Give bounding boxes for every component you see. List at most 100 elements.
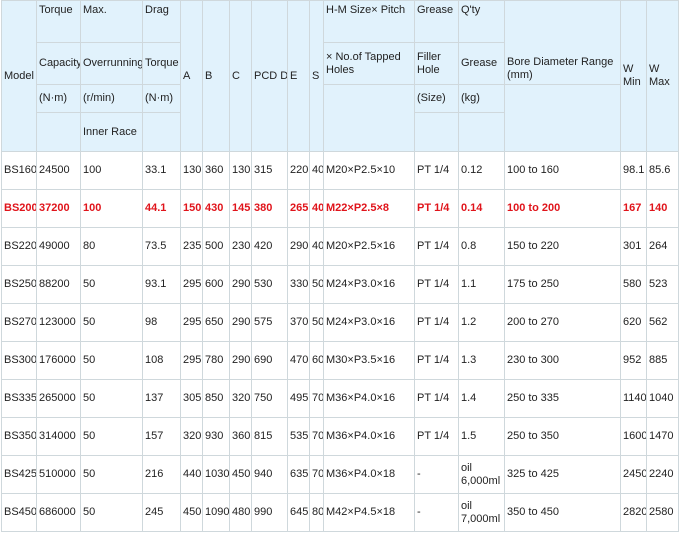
header-hm-line1: H-M Size× Pitch bbox=[323, 0, 415, 43]
cell-max: 100 bbox=[80, 189, 143, 228]
cell-e: 535 bbox=[287, 417, 310, 456]
header-hm-line2: × No.of Tapped Holes bbox=[323, 42, 415, 85]
cell-a: 150 bbox=[180, 189, 203, 228]
cell-drag: 98 bbox=[142, 303, 181, 342]
cell-c: 230 bbox=[229, 227, 252, 266]
cell-max: 50 bbox=[80, 455, 143, 494]
cell-torque: 265000 bbox=[36, 379, 81, 418]
cell-qty: 1.1 bbox=[458, 265, 505, 304]
cell-max: 50 bbox=[80, 341, 143, 380]
cell-pcd: 315 bbox=[251, 151, 288, 190]
cell-pcd: 990 bbox=[251, 493, 288, 532]
cell-model: BS335 bbox=[1, 379, 37, 418]
cell-drag: 216 bbox=[142, 455, 181, 494]
cell-torque: 24500 bbox=[36, 151, 81, 190]
spec-table-container: Model Torque Max. Drag A B C PCD D E S H… bbox=[0, 0, 680, 539]
cell-e: 370 bbox=[287, 303, 310, 342]
cell-b: 930 bbox=[202, 417, 230, 456]
cell-wmin: 167 bbox=[620, 189, 647, 228]
cell-torque: 176000 bbox=[36, 341, 81, 380]
cell-filler: PT 1/4 bbox=[414, 303, 459, 342]
table-row: BS300 176000 50 108 295 780 290 690 470 60 M30×P3.… bbox=[1, 341, 679, 380]
cell-a: 320 bbox=[180, 417, 203, 456]
header-wmax: W Max bbox=[646, 0, 679, 152]
table-row: BS200 37200 100 44.1 150 430 145 380 265 40 M22×P2… bbox=[1, 189, 679, 228]
header-qty-line2: Grease bbox=[458, 42, 505, 85]
cell-drag: 108 bbox=[142, 341, 181, 380]
header-max-line1: Max. bbox=[80, 0, 143, 43]
cell-drag: 245 bbox=[142, 493, 181, 532]
cell-max: 50 bbox=[80, 417, 143, 456]
cell-hm: M24×P3.0×16 bbox=[323, 303, 415, 342]
cell-wmin: 580 bbox=[620, 265, 647, 304]
cell-bore: 200 to 270 bbox=[504, 303, 621, 342]
header-max-line4: Inner Race bbox=[80, 112, 143, 152]
cell-torque: 49000 bbox=[36, 227, 81, 266]
cell-a: 295 bbox=[180, 303, 203, 342]
cell-bore: 325 to 425 bbox=[504, 455, 621, 494]
cell-wmax: 562 bbox=[646, 303, 679, 342]
cell-s: 50 bbox=[309, 265, 324, 304]
cell-wmin: 1140 bbox=[620, 379, 647, 418]
cell-qty: 0.14 bbox=[458, 189, 505, 228]
header-bore-line2: (mm) bbox=[507, 69, 533, 81]
header-torque-blank bbox=[36, 112, 81, 152]
header-b: B bbox=[202, 0, 230, 152]
header-grease-line1: Grease bbox=[414, 0, 459, 43]
header-row-3: (N·m) (r/min) (N·m) (Size) (kg) bbox=[2, 84, 679, 152]
cell-bore: 230 to 300 bbox=[504, 341, 621, 380]
cell-drag: 93.1 bbox=[142, 265, 181, 304]
header-c: C bbox=[229, 0, 252, 152]
cell-b: 500 bbox=[202, 227, 230, 266]
header-grease-blank bbox=[414, 112, 459, 152]
cell-e: 220 bbox=[287, 151, 310, 190]
header-pcd: PCD D bbox=[251, 0, 288, 152]
cell-torque: 123000 bbox=[36, 303, 81, 342]
cell-drag: 33.1 bbox=[142, 151, 181, 190]
cell-bore: 250 to 350 bbox=[504, 417, 621, 456]
header-grease-line2: Filler Hole bbox=[414, 42, 459, 85]
cell-wmin: 2820 bbox=[620, 493, 647, 532]
table-row: BS425 510000 50 216 440 1030 450 940 635 70 M36×P4… bbox=[1, 455, 679, 494]
cell-e: 495 bbox=[287, 379, 310, 418]
cell-bore: 250 to 335 bbox=[504, 379, 621, 418]
cell-a: 440 bbox=[180, 455, 203, 494]
cell-hm: M20×P2.5×10 bbox=[323, 151, 415, 190]
header-bore: Bore Diameter Range (mm) bbox=[504, 0, 621, 85]
cell-torque: 686000 bbox=[36, 493, 81, 532]
cell-qty: oil 6,000ml bbox=[458, 455, 505, 494]
cell-qty: 1.5 bbox=[458, 417, 505, 456]
cell-e: 470 bbox=[287, 341, 310, 380]
cell-c: 360 bbox=[229, 417, 252, 456]
cell-torque: 88200 bbox=[36, 265, 81, 304]
cell-wmax: 523 bbox=[646, 265, 679, 304]
cell-max: 50 bbox=[80, 379, 143, 418]
header-row-1: Model Torque Max. Drag A B C PCD D E S H… bbox=[1, 0, 679, 152]
cell-qty: 0.12 bbox=[458, 151, 505, 190]
cell-b: 430 bbox=[202, 189, 230, 228]
cell-wmin: 2450 bbox=[620, 455, 647, 494]
cell-filler: PT 1/4 bbox=[414, 265, 459, 304]
cell-filler: - bbox=[414, 455, 459, 494]
cell-max: 50 bbox=[80, 493, 143, 532]
header-bore-blank bbox=[504, 84, 621, 152]
cell-wmax: 885 bbox=[646, 341, 679, 380]
cell-wmin: 301 bbox=[620, 227, 647, 266]
cell-c: 320 bbox=[229, 379, 252, 418]
cell-bore: 350 to 450 bbox=[504, 493, 621, 532]
cell-wmax: 264 bbox=[646, 227, 679, 266]
cell-b: 1030 bbox=[202, 455, 230, 494]
cell-pcd: 750 bbox=[251, 379, 288, 418]
cell-qty: 1.4 bbox=[458, 379, 505, 418]
header-max-line2: Overrunning bbox=[80, 42, 143, 85]
cell-b: 1090 bbox=[202, 493, 230, 532]
header-grease-unit: (Size) bbox=[414, 84, 459, 113]
cell-e: 645 bbox=[287, 493, 310, 532]
cell-filler: PT 1/4 bbox=[414, 151, 459, 190]
cell-max: 50 bbox=[80, 303, 143, 342]
cell-e: 290 bbox=[287, 227, 310, 266]
table-body: BS160 24500 100 33.1 130 360 130 315 220 40 M20×P2… bbox=[1, 151, 679, 532]
cell-torque: 314000 bbox=[36, 417, 81, 456]
cell-bore: 150 to 220 bbox=[504, 227, 621, 266]
cell-model: BS250 bbox=[1, 265, 37, 304]
